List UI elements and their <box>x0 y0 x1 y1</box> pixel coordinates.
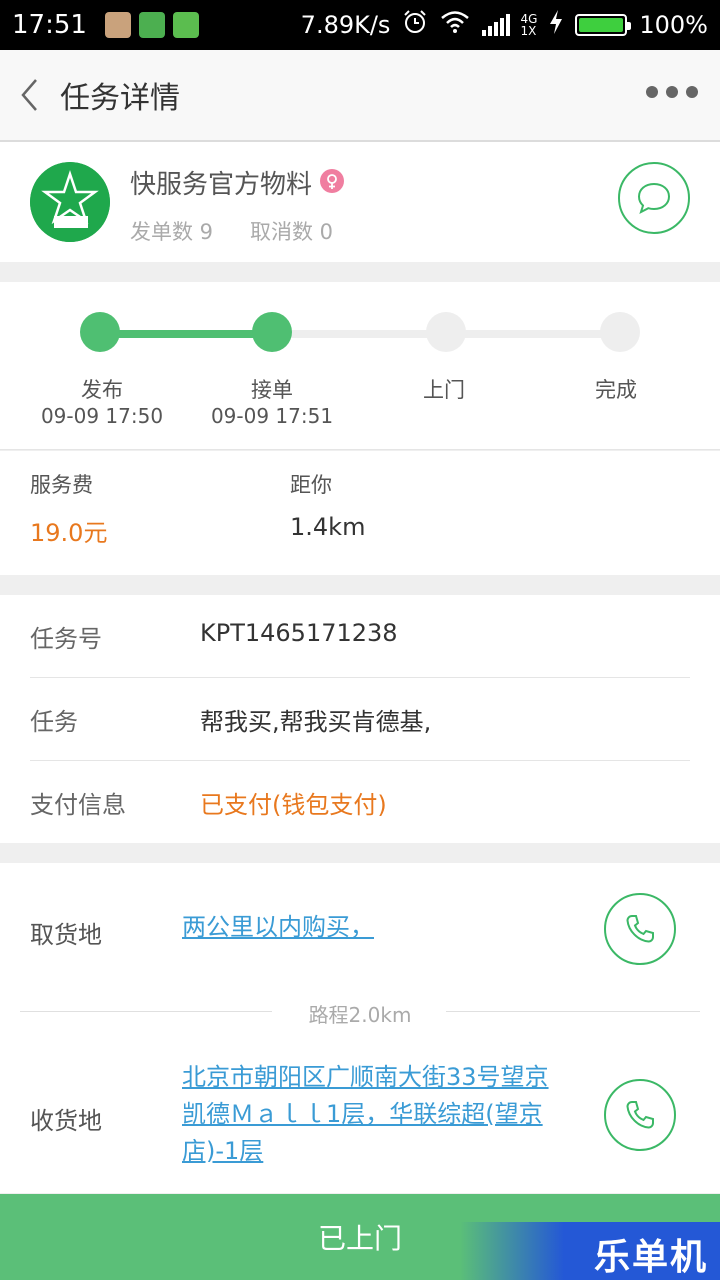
task-number-label: 任务号 <box>30 625 102 653</box>
route-distance: 路程2.0km <box>308 1003 412 1027</box>
watermark: 乐单机 <box>460 1222 720 1280</box>
avatar[interactable] <box>30 162 110 242</box>
step-time-accept: 09-09 17:51 <box>210 404 334 428</box>
network-speed: 7.89K/s <box>300 11 391 39</box>
more-button[interactable] <box>646 86 698 98</box>
payment-value: 已支付(钱包支付) <box>200 791 387 819</box>
chat-button[interactable] <box>618 162 690 234</box>
step-time-publish: 09-09 17:50 <box>40 404 164 428</box>
pickup-label: 取货地 <box>30 921 102 949</box>
alarm-icon <box>402 9 428 41</box>
battery-percent: 100% <box>639 11 708 39</box>
female-icon <box>320 169 344 193</box>
charging-icon <box>549 10 563 40</box>
pickup-call-button[interactable] <box>604 893 676 965</box>
step-label-publish: 发布 <box>81 378 123 402</box>
delivery-label: 收货地 <box>30 1107 102 1135</box>
step-label-arrive: 上门 <box>423 378 465 402</box>
wifi-icon <box>440 10 470 40</box>
service-fee-label: 服务费 <box>30 473 93 497</box>
payment-row: 支付信息 已支付(钱包支付) <box>0 761 720 843</box>
task-progress: 发布 接单 上门 完成 09-09 17:50 09-09 17:51 <box>0 282 720 450</box>
watermark-text: 乐单机 <box>593 1237 708 1278</box>
signal-icon: 4G 1X <box>482 13 537 37</box>
chat-bubble-icon <box>637 182 671 214</box>
more-dot <box>646 86 658 98</box>
orders-count: 发单数 9 <box>130 220 214 244</box>
battery-icon <box>575 14 632 36</box>
status-bar: 17:51 7.89K/s 4G 1X 100% <box>0 0 720 50</box>
step-label-accept: 接单 <box>251 378 293 402</box>
task-number-value: KPT1465171238 <box>200 619 398 647</box>
address-section: 取货地 两公里以内购买， 路程2.0km 收货地 北京市朝阳区广顺南大街33号望… <box>0 863 720 1193</box>
task-number-row: 任务号 KPT1465171238 <box>0 595 720 677</box>
route-divider-right <box>446 1011 700 1012</box>
more-dot <box>686 86 698 98</box>
back-button[interactable] <box>0 49 60 141</box>
service-fee-value: 19.0元 <box>30 519 108 547</box>
progress-track-done <box>100 330 272 338</box>
step-dot-publish <box>80 312 120 352</box>
task-row: 任务 帮我买,帮我买肯德基, <box>0 678 720 760</box>
phone-icon <box>626 915 654 943</box>
chevron-left-icon <box>21 79 37 111</box>
task-label: 任务 <box>30 708 78 736</box>
avatar-app-icon <box>104 12 131 38</box>
page-title: 任务详情 <box>60 81 180 116</box>
more-dot <box>666 86 678 98</box>
payment-label: 支付信息 <box>30 791 126 819</box>
phone-icon <box>626 1101 654 1129</box>
step-label-finish: 完成 <box>595 378 637 402</box>
publisher-name: 快服务官方物料 <box>130 170 313 200</box>
nav-bar: 任务详情 <box>0 50 720 142</box>
pickup-address-link[interactable]: 两公里以内购买， <box>182 909 552 946</box>
distance-value: 1.4km <box>290 513 366 541</box>
delivery-address-link[interactable]: 北京市朝阳区广顺南大街33号望京凯德Ｍａｌｌ1层，华联综超(望京店)-1层 <box>182 1059 552 1170</box>
step-dot-finish <box>600 312 640 352</box>
cat-app-icon <box>172 12 199 38</box>
distance-label: 距你 <box>290 473 332 497</box>
task-value: 帮我买,帮我买肯德基, <box>200 708 432 736</box>
signal-type-secondary: 1X <box>520 24 537 38</box>
cancels-count: 取消数 0 <box>250 220 334 244</box>
fee-section: 服务费 19.0元 距你 1.4km <box>0 451 720 575</box>
step-dot-accept <box>252 312 292 352</box>
publisher-card: 快服务官方物料 发单数 9 取消数 0 <box>0 142 720 262</box>
delivery-call-button[interactable] <box>604 1079 676 1151</box>
status-time: 17:51 <box>12 10 87 40</box>
task-details: 任务号 KPT1465171238 任务 帮我买,帮我买肯德基, 支付信息 已支… <box>0 595 720 843</box>
step-dot-arrive <box>426 312 466 352</box>
battery-app-icon <box>138 12 165 38</box>
